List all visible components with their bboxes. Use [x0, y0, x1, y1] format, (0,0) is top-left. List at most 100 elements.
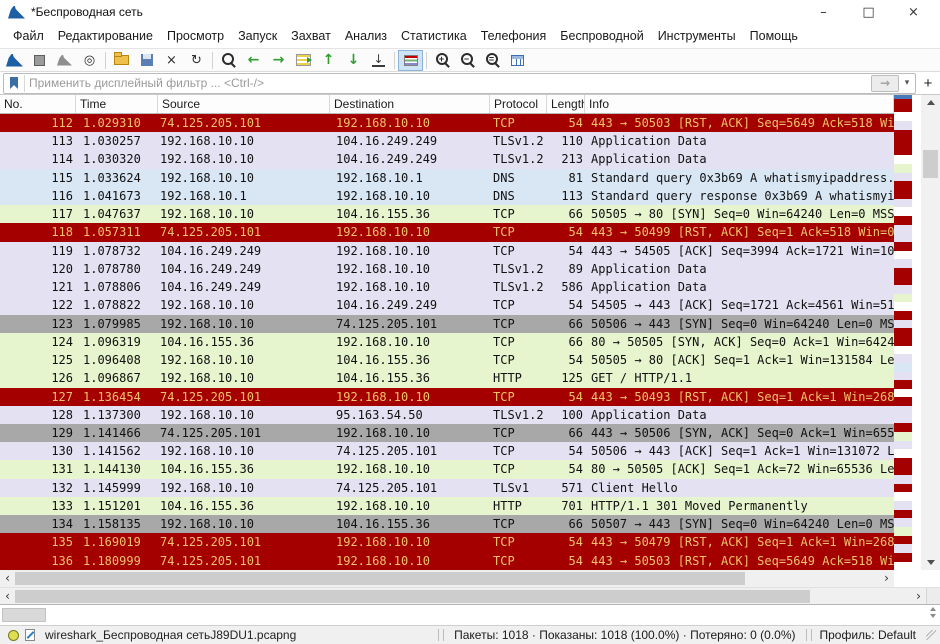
packet-row[interactable]: 1181.05731174.125.205.101192.168.10.10TC… [0, 223, 894, 241]
go-forward-button[interactable]: → [266, 50, 291, 71]
filter-bookmark-button[interactable] [4, 75, 25, 92]
packet-row[interactable]: 1341.158135192.168.10.10104.16.155.36TCP… [0, 515, 894, 533]
filter-apply-button[interactable]: → [871, 75, 899, 92]
column-header-length[interactable]: Length [547, 95, 585, 113]
menu-item-помощь[interactable]: Помощь [743, 26, 805, 46]
menu-item-захват[interactable]: Захват [284, 26, 338, 46]
zoom-in-button[interactable]: + [430, 50, 455, 71]
horizontal-scrollbar2-thumb[interactable] [15, 590, 810, 603]
menu-item-файл[interactable]: Файл [6, 26, 51, 46]
filter-dropdown-caret[interactable]: ▾ [901, 76, 913, 91]
packet-row[interactable]: 1131.030257192.168.10.10104.16.249.249TL… [0, 132, 894, 150]
cell-no: 127 [0, 388, 76, 406]
column-header-protocol[interactable]: Protocol [490, 95, 547, 113]
close-button[interactable]: × [891, 1, 936, 23]
capture-stop-button[interactable] [27, 50, 52, 71]
capture-restart-button[interactable] [52, 50, 77, 71]
minimap-stripe [894, 346, 912, 355]
go-back-button[interactable]: ← [241, 50, 266, 71]
menu-item-анализ[interactable]: Анализ [338, 26, 394, 46]
capture-options-button[interactable]: ◎ [77, 50, 102, 71]
packet-row[interactable]: 1321.145999192.168.10.1074.125.205.101TL… [0, 479, 894, 497]
maximize-button[interactable]: □ [846, 1, 891, 23]
cell-time: 1.136454 [76, 388, 158, 406]
column-header-source[interactable]: Source [158, 95, 330, 113]
minimize-button[interactable]: – [801, 1, 846, 23]
packet-row[interactable]: 1351.16901974.125.205.101192.168.10.10TC… [0, 533, 894, 551]
packet-row[interactable]: 1151.033624192.168.10.10192.168.10.1DNS8… [0, 169, 894, 187]
collapsed-pane-thumb[interactable] [2, 608, 46, 622]
packet-row[interactable]: 1291.14146674.125.205.101192.168.10.10TC… [0, 424, 894, 442]
packet-row[interactable]: 1231.079985192.168.10.1074.125.205.101TC… [0, 315, 894, 333]
scroll-down-button[interactable] [921, 555, 940, 570]
cell-time: 1.078732 [76, 242, 158, 260]
expert-info-icon[interactable] [8, 630, 19, 641]
minimap-stripe [894, 242, 912, 251]
zoom-reset-button[interactable]: = [480, 50, 505, 71]
cell-time: 1.029310 [76, 114, 158, 132]
packet-row[interactable]: 1221.078822192.168.10.10104.16.249.249TC… [0, 296, 894, 314]
horizontal-scrollbar-thumb[interactable] [15, 572, 745, 585]
reload-button[interactable]: ↻ [184, 50, 209, 71]
file-close-button[interactable]: × [159, 50, 184, 71]
resize-columns-button[interactable] [505, 50, 530, 71]
scroll-left-button[interactable]: ‹ [0, 570, 15, 587]
intelligent-scrollbar[interactable] [894, 95, 912, 570]
packet-row[interactable]: 1161.041673192.168.10.1192.168.10.10DNS1… [0, 187, 894, 205]
column-header-destination[interactable]: Destination [330, 95, 490, 113]
scroll-up-button[interactable] [921, 95, 940, 110]
cell-dst: 192.168.10.1 [330, 169, 490, 187]
vertical-scrollbar-thumb[interactable] [923, 150, 938, 178]
menu-item-просмотр[interactable]: Просмотр [160, 26, 231, 46]
packet-row[interactable]: 1261.096867192.168.10.10104.16.155.36HTT… [0, 369, 894, 387]
cell-no: 130 [0, 442, 76, 460]
menu-item-статистика[interactable]: Статистика [394, 26, 474, 46]
display-filter-input[interactable] [25, 76, 871, 91]
cell-dst: 95.163.54.50 [330, 406, 490, 424]
menu-item-беспроводной[interactable]: Беспроводной [553, 26, 650, 46]
menu-item-телефония[interactable]: Телефония [474, 26, 554, 46]
collapsed-pane-scroll-arrows[interactable] [930, 607, 936, 618]
packet-row[interactable]: 1241.096319104.16.155.36192.168.10.10TCP… [0, 333, 894, 351]
packet-row[interactable]: 1211.078806104.16.249.249192.168.10.10TL… [0, 278, 894, 296]
packet-row[interactable]: 1201.078780104.16.249.249192.168.10.10TL… [0, 260, 894, 278]
auto-scroll-button[interactable]: ↓ [366, 50, 391, 71]
go-last-button[interactable]: ↓ [341, 50, 366, 71]
capture-start-button[interactable] [2, 50, 27, 71]
resize-grip[interactable] [926, 630, 936, 640]
profile-label[interactable]: Профиль: Default [820, 628, 917, 642]
packet-row[interactable]: 1281.137300192.168.10.1095.163.54.50TLSv… [0, 406, 894, 424]
packet-row[interactable]: 1311.144130104.16.155.36192.168.10.10TCP… [0, 460, 894, 478]
column-header-info[interactable]: Info [585, 95, 894, 113]
packet-row[interactable]: 1171.047637192.168.10.10104.16.155.36TCP… [0, 205, 894, 223]
file-save-button[interactable] [134, 50, 159, 71]
file-open-button[interactable] [109, 50, 134, 71]
horizontal-scrollbar-2[interactable]: ‹ › [0, 588, 926, 605]
menu-item-инструменты[interactable]: Инструменты [651, 26, 743, 46]
menu-item-запуск[interactable]: Запуск [231, 26, 284, 46]
packet-row[interactable]: 1361.18099974.125.205.101192.168.10.10TC… [0, 552, 894, 570]
minimap-stripe [894, 354, 912, 363]
capture-comment-icon[interactable] [25, 629, 35, 641]
scroll-right-button[interactable]: › [879, 570, 894, 587]
vertical-scrollbar[interactable] [921, 95, 940, 570]
menu-item-редактирование[interactable]: Редактирование [51, 26, 160, 46]
find-packet-button[interactable] [216, 50, 241, 71]
go-first-button[interactable]: ↑ [316, 50, 341, 71]
filter-add-button[interactable]: + [919, 74, 937, 93]
colorize-button[interactable] [398, 50, 423, 71]
zoom-out-button[interactable]: − [455, 50, 480, 71]
packet-row[interactable]: 1301.141562192.168.10.1074.125.205.101TC… [0, 442, 894, 460]
column-header-no[interactable]: No. [0, 95, 76, 113]
packet-row[interactable]: 1191.078732104.16.249.249192.168.10.10TC… [0, 242, 894, 260]
packet-row[interactable]: 1141.030320192.168.10.10104.16.249.249TL… [0, 150, 894, 168]
packet-row[interactable]: 1271.13645474.125.205.101192.168.10.10TC… [0, 388, 894, 406]
go-to-packet-button[interactable] [291, 50, 316, 71]
scroll-right-button-2[interactable]: › [911, 588, 926, 605]
packet-row[interactable]: 1121.02931074.125.205.101192.168.10.10TC… [0, 114, 894, 132]
horizontal-scrollbar[interactable]: ‹ › [0, 570, 894, 587]
scroll-left-button-2[interactable]: ‹ [0, 588, 15, 605]
packet-row[interactable]: 1251.096408192.168.10.10104.16.155.36TCP… [0, 351, 894, 369]
packet-row[interactable]: 1331.151201104.16.155.36192.168.10.10HTT… [0, 497, 894, 515]
column-header-time[interactable]: Time [76, 95, 158, 113]
